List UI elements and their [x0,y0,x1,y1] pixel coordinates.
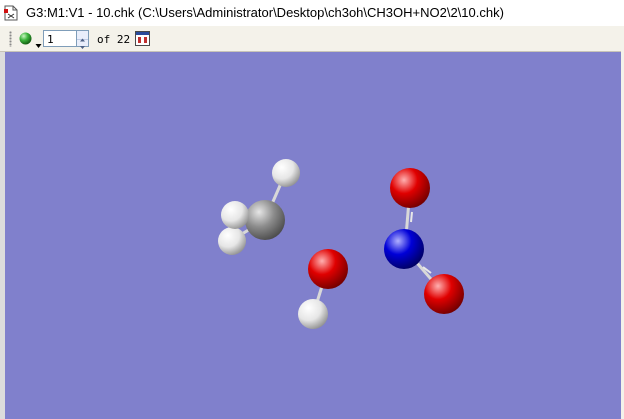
atom-carbon [245,200,285,240]
frame-number-input[interactable] [43,30,77,47]
atom-hydrogen [298,299,328,329]
frame-total-label: of 22 [97,33,131,46]
atom-hydrogen [221,201,249,229]
app-document-icon [4,5,18,21]
atom-nitrogen [384,229,424,269]
spin-down-icon[interactable] [77,39,88,49]
status-ball-icon[interactable] [19,32,32,45]
toolbar-grip[interactable] [9,31,12,47]
frame-toolbar: of 22 [0,26,624,52]
bond-n-o1-double [410,211,413,223]
movie-animation-icon[interactable] [135,31,150,46]
atom-oxygen [390,168,430,208]
atom-oxygen [424,274,464,314]
title-bar[interactable]: G3:M1:V1 - 10.chk (C:\Users\Administrato… [0,0,624,26]
window-title: G3:M1:V1 - 10.chk (C:\Users\Administrato… [26,5,504,20]
atom-oxygen [308,249,348,289]
left-frame-border [0,52,5,419]
atom-hydrogen [272,159,300,187]
atom-hydrogen [218,227,246,255]
gaussview-window: G3:M1:V1 - 10.chk (C:\Users\Administrato… [0,0,624,419]
frame-spinner [77,30,89,49]
dropdown-arrow-icon[interactable] [35,36,42,48]
molecule-viewport[interactable] [0,52,624,419]
